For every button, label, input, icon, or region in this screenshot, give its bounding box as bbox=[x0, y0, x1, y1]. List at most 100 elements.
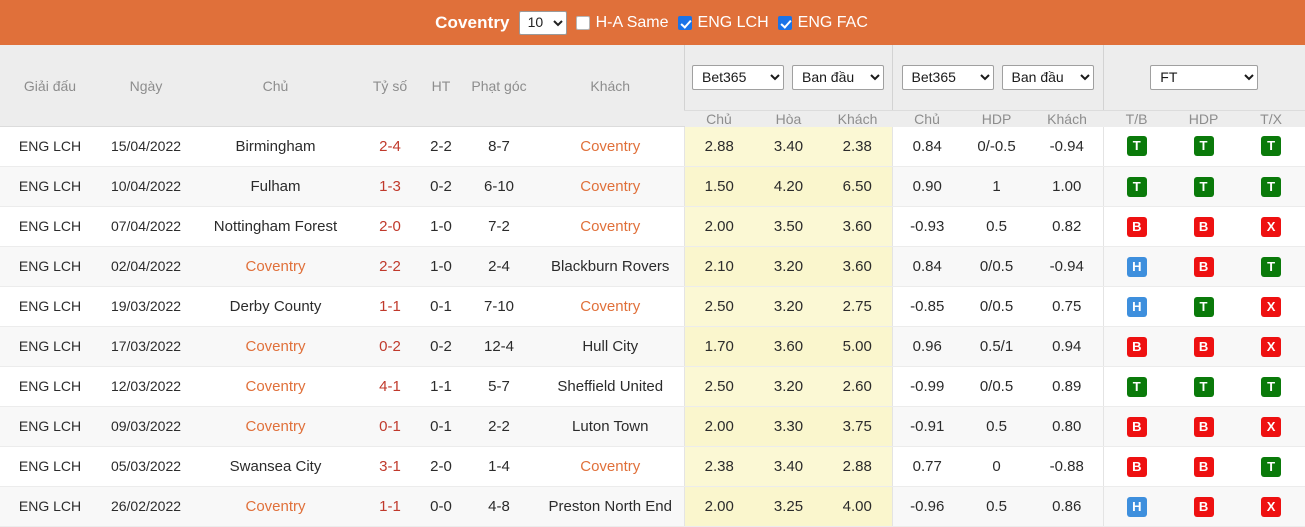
cell-date-text: 07/04/2022 bbox=[110, 218, 182, 234]
cell-ht-text: 2-0 bbox=[430, 458, 452, 475]
cell-home-team: Fulham bbox=[192, 166, 359, 207]
cell-result-tx: T bbox=[1237, 246, 1305, 287]
cell-odds2-home-text: 0.96 bbox=[912, 338, 942, 355]
table-row[interactable]: ENG LCH 26/02/2022 Coventry 1-1 0-0 4-8 Presto… bbox=[0, 486, 1305, 527]
cell-result-tb: T bbox=[1102, 126, 1171, 167]
cell-odds1-home: 1.50 bbox=[683, 166, 754, 207]
cell-result-tx-badge: X bbox=[1261, 336, 1282, 357]
cell-odds1-draw: 3.60 bbox=[754, 326, 823, 367]
checkbox-eng-fac-box[interactable] bbox=[777, 15, 792, 30]
cell-score: 2-4 bbox=[359, 126, 421, 167]
table-row[interactable]: ENG LCH 15/04/2022 Birmingham 2-4 2-2 8-7 Cove… bbox=[0, 126, 1305, 167]
cell-odds2-away: -0.88 bbox=[1031, 446, 1104, 487]
cell-corner-text: 2-4 bbox=[488, 258, 510, 275]
cell-ht: 1-0 bbox=[421, 206, 461, 247]
cell-result-hdp-badge: T bbox=[1193, 176, 1214, 197]
cell-ht-text: 0-1 bbox=[430, 418, 452, 435]
cell-odds2-home-text: -0.91 bbox=[910, 418, 945, 435]
cell-odds2-hdp: 0/0.5 bbox=[962, 246, 1032, 287]
cell-odds2-hdp-text: 0.5 bbox=[986, 498, 1007, 515]
table-row[interactable]: ENG LCH 02/04/2022 Coventry 2-2 1-0 2-4 Blackb… bbox=[0, 246, 1305, 287]
cell-score-text: 0-1 bbox=[379, 418, 401, 435]
cell-ht: 0-1 bbox=[421, 286, 461, 327]
cell-result-hdp-badge: B bbox=[1193, 496, 1214, 517]
cell-score-text: 3-1 bbox=[379, 458, 401, 475]
cell-score: 1-3 bbox=[359, 166, 421, 207]
cell-home-team-text: Coventry bbox=[245, 378, 306, 395]
cell-league-text: ENG LCH bbox=[18, 498, 82, 514]
checkbox-ha-same[interactable]: H-A Same bbox=[575, 14, 669, 32]
cell-score-text: 4-1 bbox=[379, 378, 401, 395]
cell-odds1-away: 3.75 bbox=[823, 406, 893, 447]
cell-result-tb: T bbox=[1102, 366, 1171, 407]
cell-odds2-hdp-text: 0/0.5 bbox=[979, 298, 1014, 315]
cell-odds2-home: -0.85 bbox=[891, 286, 963, 327]
cell-result-tx-badge: T bbox=[1261, 456, 1282, 477]
cell-ht: 0-0 bbox=[421, 486, 461, 527]
cell-odds1-away: 6.50 bbox=[823, 166, 893, 207]
cell-result-hdp: T bbox=[1170, 286, 1238, 327]
table-row[interactable]: ENG LCH 05/03/2022 Swansea City 3-1 2-0 1-4 Co… bbox=[0, 446, 1305, 487]
table-row[interactable]: ENG LCH 17/03/2022 Coventry 0-2 0-2 12-4 Hull … bbox=[0, 326, 1305, 367]
cell-corner-text: 7-10 bbox=[483, 298, 515, 315]
cell-score: 0-1 bbox=[359, 406, 421, 447]
cell-home-team: Swansea City bbox=[192, 446, 359, 487]
cell-odds1-draw: 3.20 bbox=[754, 286, 823, 327]
cell-score-text: 1-3 bbox=[379, 178, 401, 195]
table-row[interactable]: ENG LCH 09/03/2022 Coventry 0-1 0-1 2-2 Luton … bbox=[0, 406, 1305, 447]
cell-odds1-home-text: 2.00 bbox=[704, 418, 734, 435]
odds2-bookmaker-select[interactable]: Bet365CrownMacauslotInterwetten bbox=[901, 64, 994, 90]
cell-result-tb-badge: H bbox=[1126, 496, 1147, 517]
table-row[interactable]: ENG LCH 07/04/2022 Nottingham Forest 2-0 1-0… bbox=[0, 206, 1305, 247]
checkbox-eng-fac[interactable]: ENG FAC bbox=[777, 14, 868, 32]
cell-score-text: 1-1 bbox=[379, 298, 401, 315]
table-row[interactable]: ENG LCH 10/04/2022 Fulham 1-3 0-2 6-10 Coventr… bbox=[0, 166, 1305, 207]
cell-odds2-away-text: -0.94 bbox=[1049, 258, 1084, 275]
cell-corner: 6-10 bbox=[461, 166, 537, 207]
checkbox-ha-same-box[interactable] bbox=[575, 15, 590, 30]
cell-away-team: Blackburn Rovers bbox=[537, 246, 684, 287]
cell-score: 1-1 bbox=[359, 286, 421, 327]
cell-odds2-away: -0.94 bbox=[1031, 126, 1104, 167]
cell-result-tx-badge: X bbox=[1261, 216, 1282, 237]
cell-ht: 0-2 bbox=[421, 166, 461, 207]
table-row[interactable]: ENG LCH 12/03/2022 Coventry 4-1 1-1 5-7 Sheffi… bbox=[0, 366, 1305, 407]
cell-result-tb-badge: T bbox=[1126, 136, 1147, 157]
cell-league-text: ENG LCH bbox=[18, 258, 82, 274]
cell-score-text: 1-1 bbox=[379, 498, 401, 515]
cell-home-team-text: Fulham bbox=[250, 178, 301, 195]
checkbox-eng-lch[interactable]: ENG LCH bbox=[677, 14, 769, 32]
cell-corner-text: 4-8 bbox=[488, 498, 510, 515]
cell-score-text: 2-4 bbox=[379, 138, 401, 155]
cell-corner: 1-4 bbox=[461, 446, 537, 487]
cell-home-team-text: Coventry bbox=[245, 338, 306, 355]
odds2-phase-select[interactable]: Ban đầuTức thời bbox=[1001, 64, 1094, 90]
cell-result-hdp: B bbox=[1170, 406, 1238, 447]
odds1-bookmaker-select[interactable]: Bet365CrownMacauslotInterwetten bbox=[692, 64, 784, 90]
odds1-phase-select[interactable]: Ban đầuTức thời bbox=[792, 64, 884, 90]
cell-odds1-draw: 3.20 bbox=[754, 246, 823, 287]
cell-odds1-away: 3.60 bbox=[823, 206, 893, 247]
cell-date: 10/04/2022 bbox=[100, 166, 192, 207]
cell-odds2-away-text: 0.94 bbox=[1052, 338, 1082, 355]
cell-odds2-home-text: 0.77 bbox=[912, 458, 942, 475]
cell-result-tx: T bbox=[1237, 446, 1305, 487]
subcol-result-tx: T/X bbox=[1237, 110, 1305, 127]
cell-odds1-draw: 3.40 bbox=[754, 446, 823, 487]
cell-home-team: Coventry bbox=[192, 406, 359, 447]
result-group-header: FTHT bbox=[1102, 45, 1305, 111]
cell-corner: 7-2 bbox=[461, 206, 537, 247]
cell-result-hdp-badge: T bbox=[1193, 136, 1214, 157]
cell-odds2-away-text: 0.82 bbox=[1052, 218, 1082, 235]
match-count-select[interactable]: 510152030 bbox=[518, 10, 567, 35]
cell-odds1-home-text: 2.50 bbox=[704, 378, 734, 395]
match-history-table: Giải đấu Ngày Chủ Tỷ số HT Phạt góc Khác… bbox=[0, 45, 1305, 527]
cell-home-team: Coventry bbox=[192, 326, 359, 367]
cell-result-tb-badge: T bbox=[1126, 376, 1147, 397]
checkbox-eng-lch-box[interactable] bbox=[677, 15, 692, 30]
cell-odds2-home-text: 0.84 bbox=[912, 258, 942, 275]
table-row[interactable]: ENG LCH 19/03/2022 Derby County 1-1 0-1 7-10 C… bbox=[0, 286, 1305, 327]
result-period-select[interactable]: FTHT bbox=[1150, 64, 1259, 90]
cell-result-tb: T bbox=[1102, 166, 1171, 207]
cell-odds2-away-text: 1.00 bbox=[1052, 178, 1082, 195]
